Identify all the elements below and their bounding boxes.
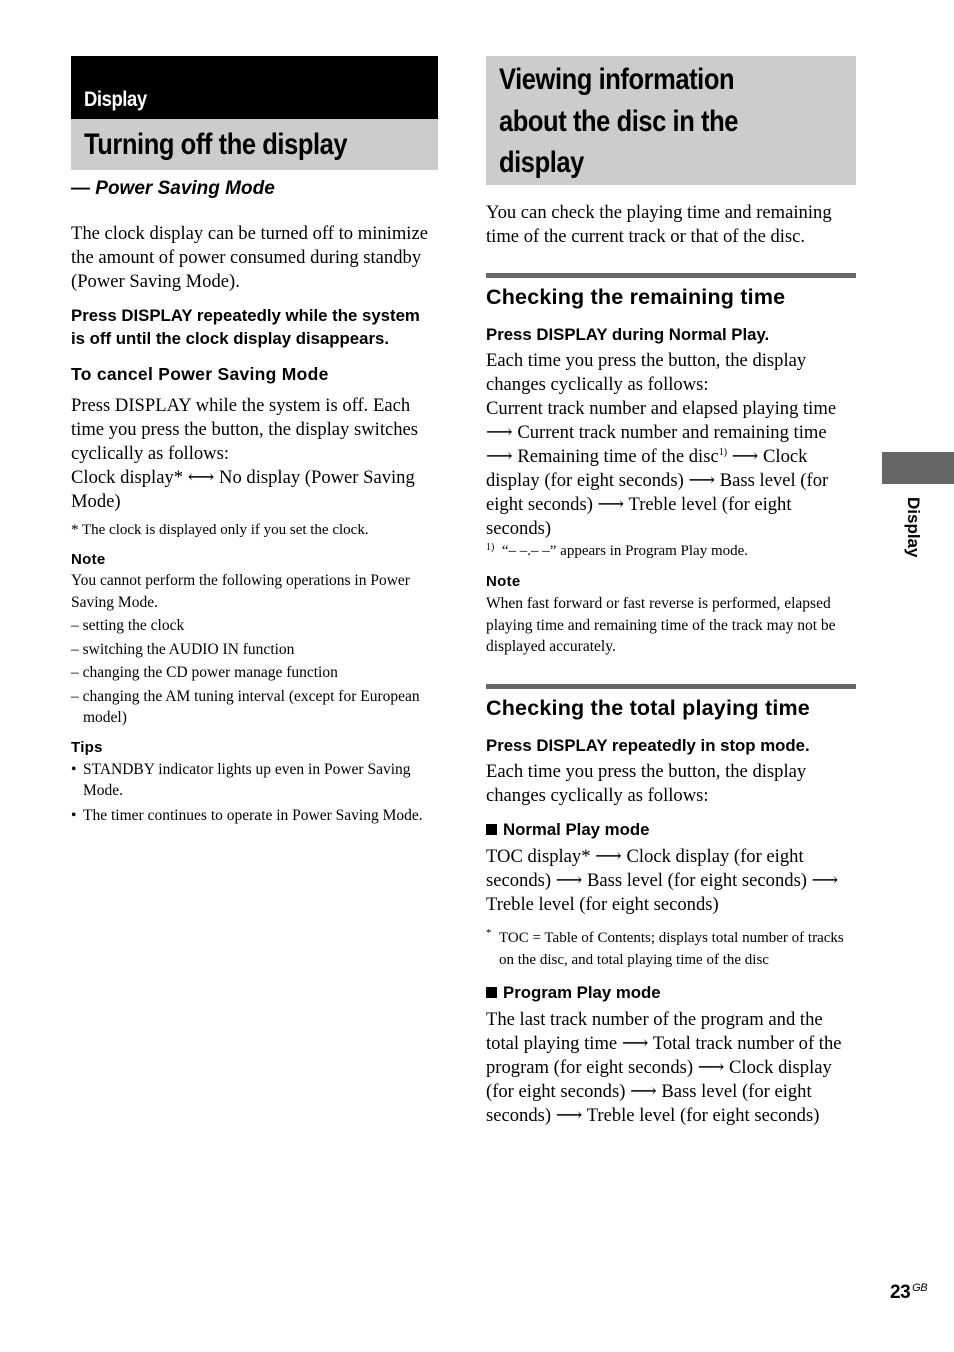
arrow-icon: ⟶ <box>731 446 759 467</box>
footnote-text: “– –.– –” appears in Program Play mode. <box>501 543 749 559</box>
right-column: Viewing information about the disc in th… <box>486 56 856 1128</box>
arrow-icon: ⟶ <box>595 845 622 867</box>
right-title-line: Viewing information <box>499 63 735 96</box>
total-text: Each time you press the button, the disp… <box>486 760 807 806</box>
arrow-icon: ⟶ <box>697 1056 725 1078</box>
arrow-icon: ⟶ <box>621 1032 649 1054</box>
tip-item: STANDBY indicator lights up even in Powe… <box>71 759 438 802</box>
note-list: – setting the clock – switching the AUDI… <box>71 615 438 729</box>
clock-footnote: * The clock is displayed only if you set… <box>71 522 369 538</box>
remaining-footnote: 1) “– –.– –” appears in Program Play mod… <box>486 541 856 561</box>
right-title-box: Viewing information about the disc in th… <box>486 56 856 185</box>
remaining-sequence: Each time you press the button, the disp… <box>486 349 856 541</box>
section-title-box: Turning off the display <box>71 119 438 170</box>
square-bullet-icon <box>486 986 497 998</box>
arrow-icon: ⟶ <box>555 869 583 891</box>
remaining-text: Each time you press the button, the disp… <box>486 350 807 395</box>
toc-note-text: TOC = Table of Contents; displays total … <box>499 929 844 968</box>
total-step: Press DISPLAY repeatedly in stop mode. <box>486 735 810 755</box>
chapter-label: Display <box>84 88 147 111</box>
normal-play-heading: Normal Play mode <box>486 820 856 840</box>
left-column: Display Turning off the display — Power … <box>71 56 438 826</box>
seq-item: Treble level (for eight seconds) <box>586 1104 820 1126</box>
seq-item: Current track number and elapsed playing… <box>486 398 837 419</box>
seq-item: Current track number and remaining time <box>517 422 827 443</box>
page-suffix: GB <box>912 1282 928 1294</box>
footnote-marker: 1) <box>486 542 495 553</box>
chapter-bar: Display <box>71 56 438 119</box>
right-intro: You can check the playing time and remai… <box>486 202 832 247</box>
cancel-text: Press DISPLAY while the system is off. E… <box>71 395 419 464</box>
tips-heading: Tips <box>71 738 103 756</box>
note-text: You cannot perform the following operati… <box>71 572 410 611</box>
right-title-line: display <box>499 146 584 179</box>
remaining-note-text: When fast forward or fast reverse is per… <box>486 595 836 655</box>
cancel-heading: To cancel Power Saving Mode <box>71 364 329 384</box>
note-item: – changing the AM tuning interval (excep… <box>71 687 420 727</box>
arrow-icon: ⟶ <box>555 1104 583 1126</box>
normal-play-sequence: TOC display* ⟶ Clock display (for eight … <box>486 845 856 917</box>
remaining-step: Press DISPLAY during Normal Play. <box>486 325 770 344</box>
remaining-note-heading: Note <box>486 573 521 590</box>
page-number-value: 23 <box>890 1282 911 1303</box>
note-item: – setting the clock <box>71 617 185 634</box>
step-instruction: Press DISPLAY repeatedly while the syste… <box>71 306 420 348</box>
section-rule <box>486 273 856 278</box>
arrow-icon: ⟶ <box>597 494 625 515</box>
tips-list: STANDBY indicator lights up even in Powe… <box>71 759 438 827</box>
program-play-sequence: The last track number of the program and… <box>486 1008 856 1128</box>
subtitle: — Power Saving Mode <box>71 178 275 199</box>
note-item: – switching the AUDIO IN function <box>71 640 295 658</box>
remaining-heading: Checking the remaining time <box>486 285 786 309</box>
page-number: 23 GB <box>890 1282 928 1304</box>
cancel-paragraph: Press DISPLAY while the system is off. E… <box>71 394 438 514</box>
arrow-icon: ⟶ <box>688 470 716 491</box>
page-title: Turning off the display <box>84 128 348 161</box>
arrow-icon: ⟶ <box>630 1080 657 1102</box>
toc-footnote: * TOC = Table of Contents; displays tota… <box>486 927 856 971</box>
seq-item: Remaining time of the disc <box>517 446 719 467</box>
total-heading: Checking the total playing time <box>486 695 810 720</box>
right-title-line: about the disc in the <box>499 104 739 138</box>
side-tab-label: Display <box>904 497 923 558</box>
chapter-side-tab <box>882 452 954 484</box>
seq-item: Bass level (for eight seconds) <box>587 869 807 891</box>
note-item: – changing the CD power manage function <box>71 664 338 681</box>
footnote-marker: 1) <box>718 447 728 458</box>
arrow-icon: ⟶ <box>486 446 513 467</box>
seq-item: Treble level (for eight seconds) <box>486 893 719 915</box>
program-play-heading: Program Play mode <box>486 983 856 1003</box>
normal-play-label: Normal Play mode <box>503 819 650 839</box>
footnote-marker: * <box>486 926 492 939</box>
program-play-label: Program Play mode <box>503 982 661 1002</box>
cycle-clock-display: Clock display* <box>71 467 184 488</box>
double-arrow-icon: ⟷ <box>187 467 215 488</box>
section-rule <box>486 683 856 689</box>
seq-item: TOC display* <box>486 845 591 867</box>
intro-paragraph: The clock display can be turned off to m… <box>71 223 428 292</box>
square-bullet-icon <box>486 823 497 835</box>
arrow-icon: ⟶ <box>811 869 839 891</box>
note-heading: Note <box>71 551 106 568</box>
tip-item: The timer continues to operate in Power … <box>71 805 438 827</box>
arrow-icon: ⟶ <box>486 422 513 443</box>
